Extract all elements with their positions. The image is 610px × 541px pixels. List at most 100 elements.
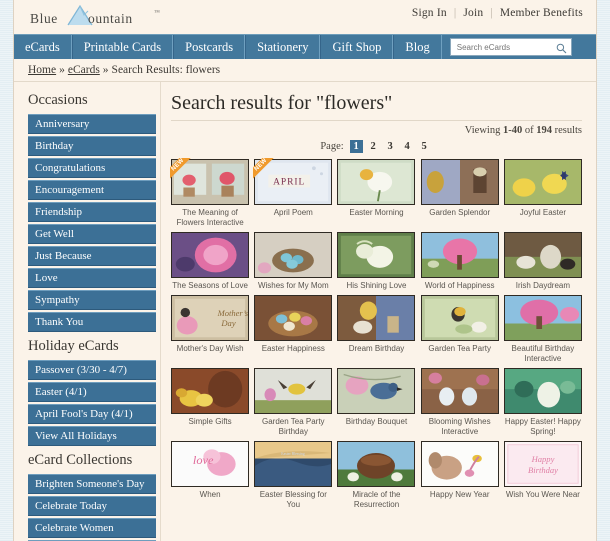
ecard-thumbnail[interactable]	[503, 368, 582, 414]
pagination-page-5[interactable]: 5	[418, 140, 431, 153]
ecard-thumbnail[interactable]	[254, 368, 333, 414]
ecard-thumbnail-wrap[interactable]	[503, 368, 582, 414]
ecard-thumbnail[interactable]	[171, 368, 250, 414]
ecard-thumbnail[interactable]	[337, 232, 416, 278]
ecard-item[interactable]: Garden Tea Party Birthday	[254, 368, 333, 437]
ecard-thumbnail-wrap[interactable]	[420, 232, 499, 278]
ecard-item[interactable]: Happy Easter! Happy Spring!	[503, 368, 582, 437]
sidebar-item-celebrate-today[interactable]: Celebrate Today	[28, 496, 156, 516]
ecard-thumbnail[interactable]	[420, 441, 499, 487]
ecard-thumbnail-wrap[interactable]	[503, 295, 582, 341]
sidebar-item-view-all-holidays[interactable]: View All Holidays	[28, 426, 156, 446]
sidebar-item-encouragement[interactable]: Encouragement	[28, 180, 156, 200]
ecard-thumbnail[interactable]	[503, 295, 582, 341]
sidebar-item-brighten-someones-day[interactable]: Brighten Someone's Day	[28, 474, 156, 494]
join-link[interactable]: Join	[460, 7, 486, 19]
ecard-item[interactable]: Easter Morning	[337, 159, 416, 228]
ecard-thumbnail-wrap[interactable]	[420, 441, 499, 487]
ecard-item[interactable]: Beautiful Birthday Interactive	[503, 295, 582, 364]
sidebar-item-just-because[interactable]: Just Because	[28, 246, 156, 266]
ecard-item[interactable]: Birthday Bouquet	[337, 368, 416, 437]
ecard-thumbnail-wrap[interactable]	[337, 368, 416, 414]
ecard-item[interactable]: The Seasons of Love	[171, 232, 250, 291]
ecard-thumbnail[interactable]	[254, 232, 333, 278]
ecard-thumbnail-wrap[interactable]	[337, 232, 416, 278]
ecard-item[interactable]: Irish Daydream	[503, 232, 582, 291]
nav-item-postcards[interactable]: Postcards	[173, 35, 246, 59]
ecard-item[interactable]: World of Happiness	[420, 232, 499, 291]
ecard-thumbnail[interactable]: Mother’s Day	[171, 295, 250, 341]
ecard-thumbnail-wrap[interactable]	[503, 159, 582, 205]
sidebar-item-congratulations[interactable]: Congratulations	[28, 158, 156, 178]
ecard-item[interactable]: Mother’s Day Mother's Day Wish	[171, 295, 250, 364]
ecard-thumbnail[interactable]	[337, 295, 416, 341]
ecard-thumbnail[interactable]: Happy Birthday	[503, 441, 582, 487]
ecard-thumbnail[interactable]	[337, 441, 416, 487]
ecard-item[interactable]: APRIL NEW April Poem	[253, 158, 333, 228]
ecard-thumbnail-wrap[interactable]	[171, 232, 250, 278]
sidebar-item-love[interactable]: Love	[28, 268, 156, 288]
sidebar-item-friendship[interactable]: Friendship	[28, 202, 156, 222]
ecard-thumbnail-wrap[interactable]	[254, 295, 333, 341]
ecard-thumbnail[interactable]	[420, 295, 499, 341]
breadcrumb-home[interactable]: Home	[28, 64, 56, 76]
ecard-thumbnail[interactable]	[503, 232, 582, 278]
ecard-thumbnail-wrap[interactable]	[420, 295, 499, 341]
sidebar-item-easter[interactable]: Easter (4/1)	[28, 382, 156, 402]
ecard-thumbnail-wrap[interactable]: APRIL NEW	[253, 158, 333, 205]
ecard-thumbnail-wrap[interactable]	[420, 159, 499, 205]
nav-item-gift-shop[interactable]: Gift Shop	[320, 35, 394, 59]
sidebar-item-birthday[interactable]: Birthday	[28, 136, 156, 156]
ecard-thumbnail-wrap[interactable]	[337, 295, 416, 341]
ecard-item[interactable]: Wishes for My Mom	[254, 232, 333, 291]
pagination-page-4[interactable]: 4	[401, 140, 414, 153]
ecard-item[interactable]: Garden Splendor	[420, 159, 499, 228]
ecard-thumbnail-wrap[interactable]	[503, 232, 582, 278]
member-benefits-link[interactable]: Member Benefits	[497, 7, 586, 19]
ecard-thumbnail[interactable]: love	[171, 441, 250, 487]
ecard-thumbnail-wrap[interactable]: love	[171, 441, 250, 487]
ecard-item[interactable]: Easter Blessing Easter Blessing for You	[254, 441, 333, 510]
sidebar-item-celebrate-women[interactable]: Celebrate Women	[28, 518, 156, 538]
pagination-page-3[interactable]: 3	[384, 140, 397, 153]
breadcrumb-ecards[interactable]: eCards	[68, 64, 100, 76]
pagination-page-2[interactable]: 2	[367, 140, 380, 153]
ecard-thumbnail[interactable]	[171, 232, 250, 278]
sidebar-item-april-fools-day[interactable]: April Fool's Day (4/1)	[28, 404, 156, 424]
sidebar-item-passover[interactable]: Passover (3/30 - 4/7)	[28, 360, 156, 380]
ecard-thumbnail-wrap[interactable]	[337, 159, 416, 205]
nav-item-blog[interactable]: Blog	[393, 35, 442, 59]
ecard-item[interactable]: Joyful Easter	[503, 159, 582, 228]
ecard-thumbnail-wrap[interactable]: Mother’s Day	[171, 295, 250, 341]
ecard-thumbnail-wrap[interactable]	[254, 368, 333, 414]
ecard-thumbnail-wrap[interactable]: Happy Birthday	[503, 441, 582, 487]
ecard-thumbnail-wrap[interactable]: NEW	[170, 158, 250, 205]
nav-item-stationery[interactable]: Stationery	[245, 35, 321, 59]
ecard-item[interactable]: Happy New Year	[420, 441, 499, 510]
ecard-thumbnail-wrap[interactable]	[337, 441, 416, 487]
ecard-item[interactable]: His Shining Love	[337, 232, 416, 291]
ecard-thumbnail[interactable]	[254, 295, 333, 341]
ecard-thumbnail-wrap[interactable]: Easter Blessing	[254, 441, 333, 487]
site-logo[interactable]: Blue ountain ™	[28, 3, 178, 31]
ecard-thumbnail-wrap[interactable]	[420, 368, 499, 414]
ecard-item[interactable]: Dream Birthday	[337, 295, 416, 364]
nav-item-ecards[interactable]: eCards	[14, 35, 72, 59]
ecard-item[interactable]: NEW The Meaning of Flowers Interactive	[170, 158, 250, 228]
ecard-thumbnail[interactable]	[503, 159, 582, 205]
pagination-page-1[interactable]: 1	[349, 140, 363, 153]
ecard-item[interactable]: Simple Gifts	[171, 368, 250, 437]
ecard-thumbnail[interactable]	[337, 368, 416, 414]
ecard-thumbnail[interactable]	[171, 159, 250, 205]
ecard-item[interactable]: Happy Birthday Wish You Were Near	[503, 441, 582, 510]
ecard-item[interactable]: love When	[171, 441, 250, 510]
sidebar-item-anniversary[interactable]: Anniversary	[28, 114, 156, 134]
ecard-thumbnail[interactable]	[420, 368, 499, 414]
ecard-thumbnail[interactable]	[337, 159, 416, 205]
ecard-item[interactable]: Blooming Wishes Interactive	[420, 368, 499, 437]
ecard-thumbnail-wrap[interactable]	[254, 232, 333, 278]
sign-in-link[interactable]: Sign In	[409, 7, 450, 19]
ecard-thumbnail-wrap[interactable]	[171, 368, 250, 414]
search-input[interactable]	[454, 41, 547, 53]
ecard-item[interactable]: Garden Tea Party	[420, 295, 499, 364]
